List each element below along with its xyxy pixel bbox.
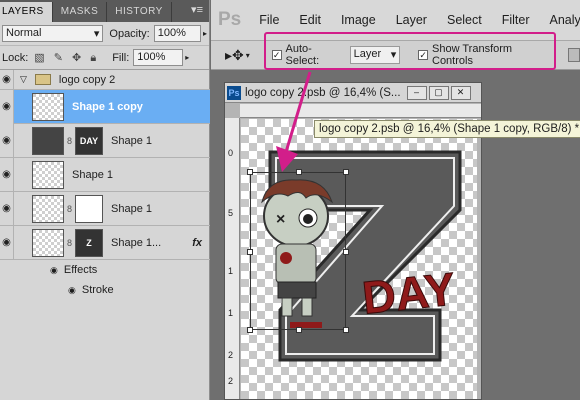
layer-thumbnail xyxy=(32,228,64,257)
effects-label: Effects xyxy=(63,264,98,276)
eye-icon[interactable]: ◉ xyxy=(0,157,14,192)
highlight-box xyxy=(264,32,556,70)
ruler-label: 2 xyxy=(228,376,234,386)
vertical-ruler: 0 5 1 1 2 2 xyxy=(225,118,240,399)
maximize-icon[interactable]: ▢ xyxy=(428,85,449,100)
ruler-label: 2 xyxy=(228,350,234,360)
lock-options: Lock: ▧ ✎ ✥ 🔒︎ Fill: 100% ▸ xyxy=(0,46,209,70)
panel-tabs: LAYERS MASKS HISTORY xyxy=(0,0,209,22)
ruler-label: 1 xyxy=(228,266,234,276)
close-icon[interactable]: ✕ xyxy=(450,85,471,100)
blend-mode-value: Normal xyxy=(6,27,42,39)
eye-icon[interactable]: ◉ xyxy=(0,89,14,124)
transform-handle[interactable] xyxy=(343,327,349,333)
transform-handle[interactable] xyxy=(343,169,349,175)
transform-bounding-box[interactable] xyxy=(247,169,349,333)
layer-list: ◉ ▽ logo copy 2 ◉ Shape 1 copy ◉ 8 DAY S… xyxy=(0,69,210,300)
eye-icon[interactable]: ◉ xyxy=(68,285,76,296)
lock-brush-icon[interactable]: ✎ xyxy=(54,51,63,64)
menu-filter[interactable]: Filter xyxy=(502,13,530,27)
eye-icon[interactable]: ◉ xyxy=(0,123,14,158)
layer-name: Shape 1 xyxy=(111,202,152,215)
opacity-arrow-icon[interactable]: ▸ xyxy=(203,29,207,38)
blend-mode-select[interactable]: Normal ▾ xyxy=(2,25,104,42)
annotation-arrow xyxy=(276,71,312,172)
transform-handle[interactable] xyxy=(247,327,253,333)
opacity-label: Opacity: xyxy=(109,27,150,40)
fill-input[interactable]: 100% xyxy=(133,49,184,66)
menu-select[interactable]: Select xyxy=(447,13,482,27)
link-icon: 8 xyxy=(67,135,73,146)
lock-transparent-icon[interactable]: ▧ xyxy=(34,51,44,64)
opacity-input[interactable]: 100% xyxy=(153,25,201,42)
eye-icon[interactable]: ◉ xyxy=(0,191,14,226)
link-icon: 8 xyxy=(67,203,73,214)
layer-row[interactable]: ◉ Shape 1 xyxy=(0,157,210,192)
lock-move-icon[interactable]: ✥ xyxy=(72,51,81,64)
fill-arrow-icon[interactable]: ▸ xyxy=(185,53,189,62)
tab-history[interactable]: HISTORY xyxy=(107,2,172,22)
eye-icon[interactable]: ◉ xyxy=(0,69,14,90)
document-title: logo copy 2.psb @ 16,4% (S... xyxy=(245,86,401,99)
transform-handle[interactable] xyxy=(247,169,253,175)
layer-mask-thumbnail xyxy=(75,194,104,223)
layer-thumbnail xyxy=(32,92,64,121)
layer-name: Shape 1... xyxy=(111,236,162,249)
folder-icon xyxy=(34,74,51,85)
stroke-label: Stroke xyxy=(81,284,114,296)
layer-name: Shape 1 copy xyxy=(72,100,143,113)
document-titlebar: Ps logo copy 2.psb @ 16,4% (S... – ▢ ✕ xyxy=(225,83,481,103)
app-logo: Ps xyxy=(218,9,242,30)
ruler-label: 0 xyxy=(228,148,234,158)
document-tooltip: logo copy 2.psb @ 16,4% (Shape 1 copy, R… xyxy=(314,120,580,138)
eye-icon[interactable]: ◉ xyxy=(50,265,58,276)
tool-preset-chevron-icon[interactable]: ▾ xyxy=(246,51,250,60)
lock-label: Lock: xyxy=(2,51,29,64)
layer-thumbnail xyxy=(32,194,64,223)
layer-name: Shape 1 xyxy=(111,134,152,147)
transform-handle[interactable] xyxy=(343,249,349,255)
eye-icon[interactable]: ◉ xyxy=(0,225,14,260)
layer-row[interactable]: ◉ 8 Shape 1 xyxy=(0,191,210,226)
group-name: logo copy 2 xyxy=(58,73,116,86)
layer-row[interactable]: ◉ 8 DAY Shape 1 xyxy=(0,123,210,158)
layer-row[interactable]: ◉ Shape 1 copy xyxy=(0,89,210,124)
stroke-row[interactable]: ◉ Stroke xyxy=(0,280,210,300)
layers-panel: LAYERS MASKS HISTORY ▾≡ Normal ▾ Opacity… xyxy=(0,0,210,400)
ruler-label: 5 xyxy=(228,208,234,218)
effects-row[interactable]: ◉ Effects xyxy=(0,260,210,280)
chevron-down-icon: ▾ xyxy=(93,28,100,40)
tab-masks[interactable]: MASKS xyxy=(53,2,108,22)
layer-mask-thumbnail: Z xyxy=(75,228,104,257)
link-icon: 8 xyxy=(67,237,73,248)
fx-icon[interactable]: fx xyxy=(192,237,202,249)
transform-handle[interactable] xyxy=(296,327,302,333)
move-tool-icon[interactable]: ▸✥ xyxy=(225,47,244,64)
panel-menu-icon[interactable]: ▾≡ xyxy=(191,3,203,16)
layer-group[interactable]: ◉ ▽ logo copy 2 xyxy=(0,69,210,90)
align-icon[interactable] xyxy=(568,48,580,62)
layer-thumbnail xyxy=(32,126,64,155)
menu-image[interactable]: Image xyxy=(341,13,376,27)
menu-edit[interactable]: Edit xyxy=(299,13,321,27)
layer-thumbnail xyxy=(32,160,64,189)
blend-options: Normal ▾ Opacity: 100% ▸ xyxy=(0,22,209,46)
ruler-label: 1 xyxy=(228,308,234,318)
group-expand-icon[interactable]: ▽ xyxy=(20,74,27,85)
ps-doc-icon: Ps xyxy=(227,85,241,100)
menu-file[interactable]: File xyxy=(259,13,279,27)
transform-handle[interactable] xyxy=(247,249,253,255)
menu-layer[interactable]: Layer xyxy=(396,13,427,27)
layer-row[interactable]: ◉ 8 Z Shape 1... fx xyxy=(0,225,210,260)
layer-name: Shape 1 xyxy=(72,168,113,181)
menu-analysis[interactable]: Analysis xyxy=(550,13,580,27)
layer-mask-thumbnail: DAY xyxy=(75,126,104,155)
minimize-icon[interactable]: – xyxy=(406,85,427,100)
day-text: DAY xyxy=(360,262,458,323)
lock-all-icon[interactable]: 🔒︎ xyxy=(90,52,96,65)
tab-layers[interactable]: LAYERS xyxy=(0,2,53,22)
fill-label: Fill: xyxy=(112,51,130,64)
